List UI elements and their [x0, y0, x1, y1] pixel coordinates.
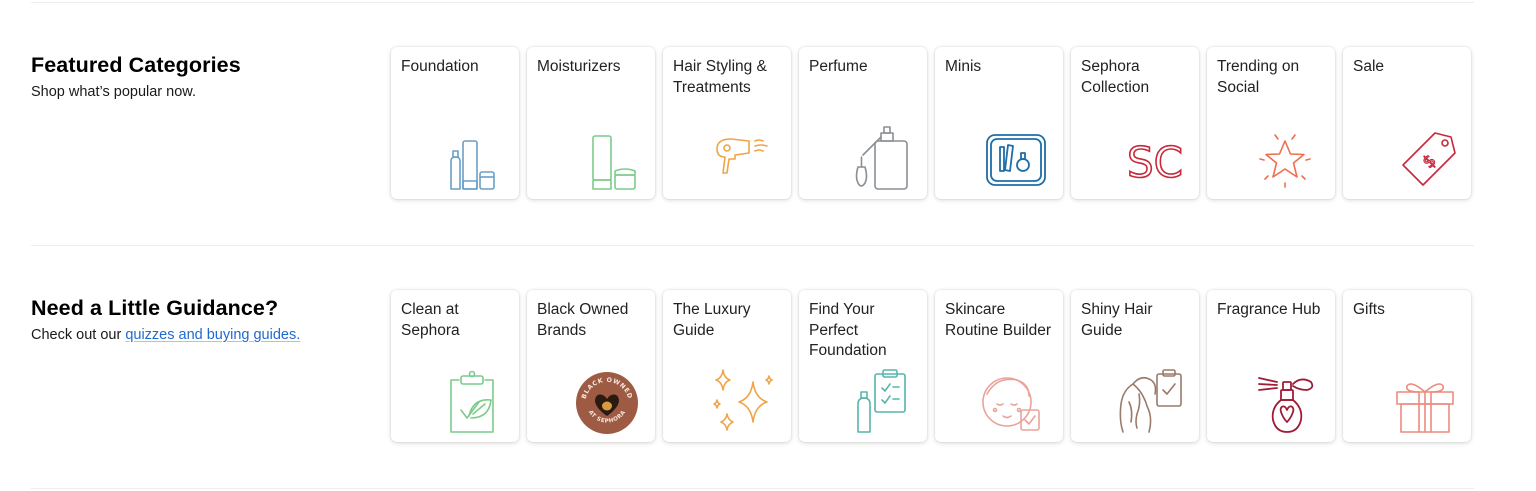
- guide-tile-clean-at-sephora[interactable]: Clean at Sephora: [391, 290, 519, 442]
- section-divider: [31, 245, 1474, 246]
- category-tile-perfume[interactable]: Perfume: [799, 47, 927, 199]
- guide-tile-black-owned-brands[interactable]: Black Owned Brands BLACK OWNED AT SEPHOR…: [527, 290, 655, 442]
- guidance-tiles: Clean at Sephora Black Owned Brands BLAC…: [391, 290, 1471, 442]
- featured-categories-section: Featured Categories Shop what’s popular …: [0, 47, 1536, 207]
- tile-label: Shiny Hair Guide: [1081, 301, 1153, 339]
- moisturizer-tube-jar-icon: [569, 127, 645, 191]
- tile-label: Perfume: [809, 58, 868, 75]
- clipboard-leaf-icon: [433, 370, 509, 434]
- star-sparkle-icon: [1249, 127, 1325, 191]
- perfume-atomizer-icon: [841, 126, 917, 191]
- black-owned-badge-icon: BLACK OWNED AT SEPHORA: [569, 370, 645, 434]
- sparkles-icon: [705, 369, 781, 434]
- hair-dryer-icon: [705, 127, 781, 191]
- guide-tile-fragrance-hub[interactable]: Fragrance Hub: [1207, 290, 1335, 442]
- face-checklist-icon: [977, 370, 1053, 434]
- foundation-checklist-icon: [841, 369, 917, 434]
- top-divider: [31, 2, 1474, 3]
- guidance-subtitle-prefix: Check out our: [31, 327, 126, 343]
- category-tile-trending-on-social[interactable]: Trending on Social: [1207, 47, 1335, 199]
- guide-tile-gifts[interactable]: Gifts: [1343, 290, 1471, 442]
- category-tile-hair-styling[interactable]: Hair Styling & Treatments: [663, 47, 791, 199]
- tile-label: Minis: [945, 58, 982, 75]
- gift-box-icon: [1385, 370, 1461, 434]
- tile-label: Sale: [1353, 58, 1385, 75]
- fragrance-bottle-icon: [1249, 370, 1325, 434]
- quizzes-guides-link[interactable]: quizzes and buying guides.: [125, 327, 300, 343]
- featured-tiles: Foundation Moisturizers Hair Styling & T…: [391, 47, 1471, 199]
- sale-tag-icon: $: [1385, 127, 1461, 191]
- hair-checklist-icon: [1113, 369, 1189, 434]
- category-tile-foundation[interactable]: Foundation: [391, 47, 519, 199]
- tile-label: Trending on Social: [1217, 58, 1300, 96]
- tile-label: Clean at Sephora: [401, 301, 460, 339]
- category-tile-minis[interactable]: Minis: [935, 47, 1063, 199]
- bottom-divider: [31, 488, 1474, 489]
- guidance-intro: Need a Little Guidance? Check out our qu…: [31, 295, 371, 345]
- foundation-bottles-icon: [433, 127, 509, 191]
- guidance-title: Need a Little Guidance?: [31, 296, 279, 320]
- tile-label: Black Owned Brands: [537, 301, 629, 339]
- guide-tile-luxury-guide[interactable]: The Luxury Guide: [663, 290, 791, 442]
- sc-logo-text: SC: [1127, 138, 1183, 187]
- guide-tile-shiny-hair-guide[interactable]: Shiny Hair Guide: [1071, 290, 1199, 442]
- tile-label: The Luxury Guide: [673, 301, 751, 339]
- tile-label: Find Your Perfect Foundation: [809, 301, 887, 359]
- sephora-collection-sc-icon: SC: [1113, 127, 1189, 191]
- guide-tile-skincare-routine-builder[interactable]: Skincare Routine Builder: [935, 290, 1063, 442]
- featured-subtitle: Shop what’s popular now.: [31, 84, 196, 100]
- tile-label: Skincare Routine Builder: [945, 301, 1051, 339]
- featured-title: Featured Categories: [31, 53, 241, 77]
- category-tile-sephora-collection[interactable]: Sephora Collection SC: [1071, 47, 1199, 199]
- featured-intro: Featured Categories Shop what’s popular …: [31, 52, 371, 102]
- tile-label: Gifts: [1353, 301, 1385, 318]
- minis-bag-icon: [977, 127, 1053, 191]
- tile-label: Moisturizers: [537, 58, 621, 75]
- tile-label: Fragrance Hub: [1217, 301, 1321, 318]
- tile-label: Sephora Collection: [1081, 58, 1150, 96]
- category-tile-sale[interactable]: Sale $: [1343, 47, 1471, 199]
- tile-label: Hair Styling & Treatments: [673, 58, 767, 96]
- tile-label: Foundation: [401, 58, 479, 75]
- guidance-subtitle: Check out our quizzes and buying guides.: [31, 326, 371, 345]
- guide-tile-find-your-foundation[interactable]: Find Your Perfect Foundation: [799, 290, 927, 442]
- guidance-section: Need a Little Guidance? Check out our qu…: [0, 290, 1536, 450]
- dollar-sign-text: $: [1419, 151, 1441, 173]
- category-tile-moisturizers[interactable]: Moisturizers: [527, 47, 655, 199]
